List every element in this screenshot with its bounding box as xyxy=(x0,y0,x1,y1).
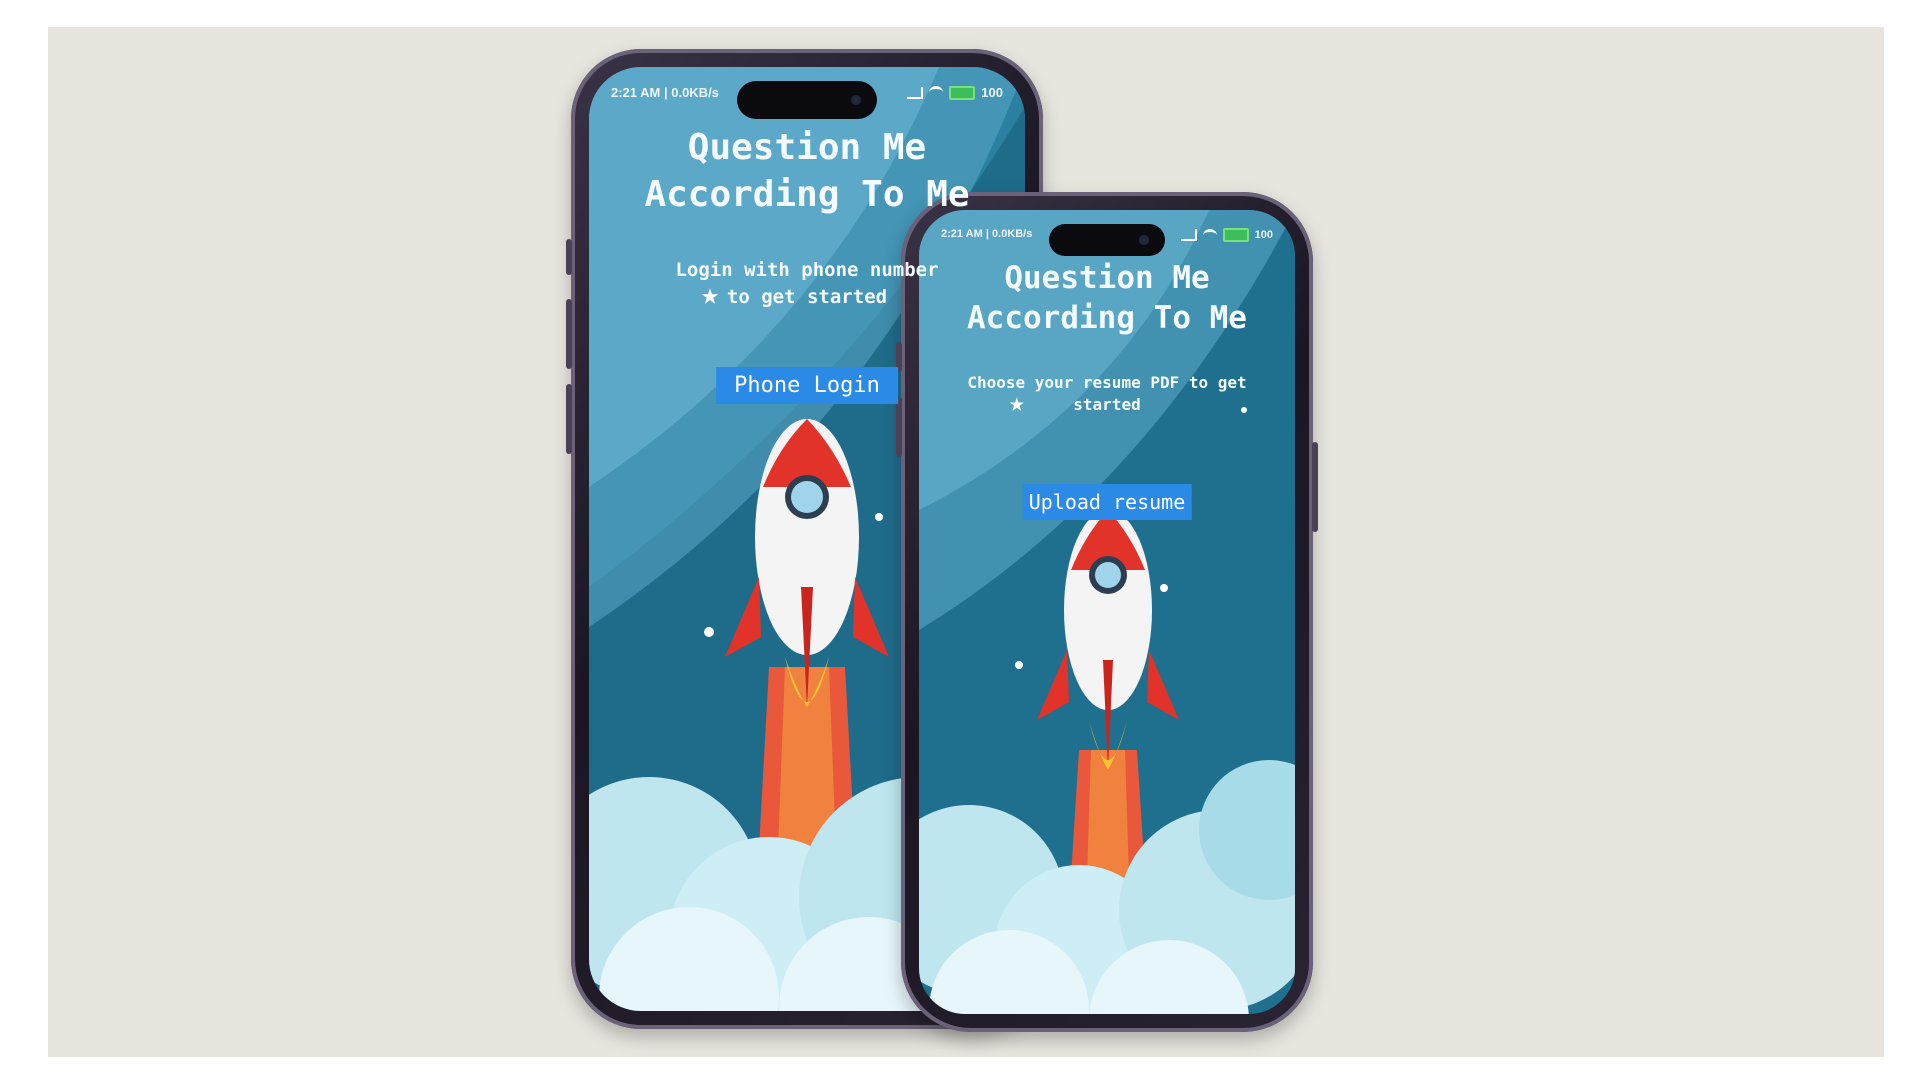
signal-icon xyxy=(1180,229,1197,241)
volume-button xyxy=(566,384,572,454)
wifi-icon xyxy=(1202,228,1217,242)
app-title: Question Me According To Me xyxy=(919,258,1295,339)
volume-button xyxy=(566,299,572,369)
upload-resume-button[interactable]: Upload resume xyxy=(1022,484,1192,520)
phone-login-button[interactable]: Phone Login xyxy=(716,367,898,404)
status-time: 2:21 AM | 0.0KB/s xyxy=(941,228,1033,240)
title-line-2: According To Me xyxy=(967,300,1247,337)
battery-level: 100 xyxy=(1254,229,1273,241)
status-time: 2:21 AM | 0.0KB/s xyxy=(611,85,719,100)
title-line-2: According To Me xyxy=(644,173,970,215)
phone-small: 2:21 AM | 0.0KB/s 100 Question Me Accord… xyxy=(896,192,1318,1032)
title-line-1: Question Me xyxy=(1004,260,1210,296)
title-line-1: Question Me xyxy=(687,127,927,168)
battery-icon xyxy=(949,85,976,100)
showcase-background: 2:21 AM | 0.0KB/s 100 Question Me Accord… xyxy=(48,27,1884,1057)
star-icon: ★ xyxy=(1009,388,1025,418)
battery-icon xyxy=(1222,228,1249,242)
volume-button xyxy=(896,397,902,457)
wifi-icon xyxy=(929,86,944,99)
app-title: Question Me According To Me xyxy=(589,125,1025,219)
phone-small-screen: 2:21 AM | 0.0KB/s 100 Question Me Accord… xyxy=(919,210,1295,1014)
subtitle: Choose your resume PDF to get started xyxy=(967,373,1247,415)
power-button xyxy=(1312,442,1318,532)
battery-level: 100 xyxy=(981,85,1003,100)
star-icon: ★ xyxy=(701,277,720,312)
dynamic-island xyxy=(1049,224,1165,256)
dynamic-island xyxy=(737,81,877,119)
volume-button xyxy=(566,239,572,275)
signal-icon xyxy=(907,86,924,99)
